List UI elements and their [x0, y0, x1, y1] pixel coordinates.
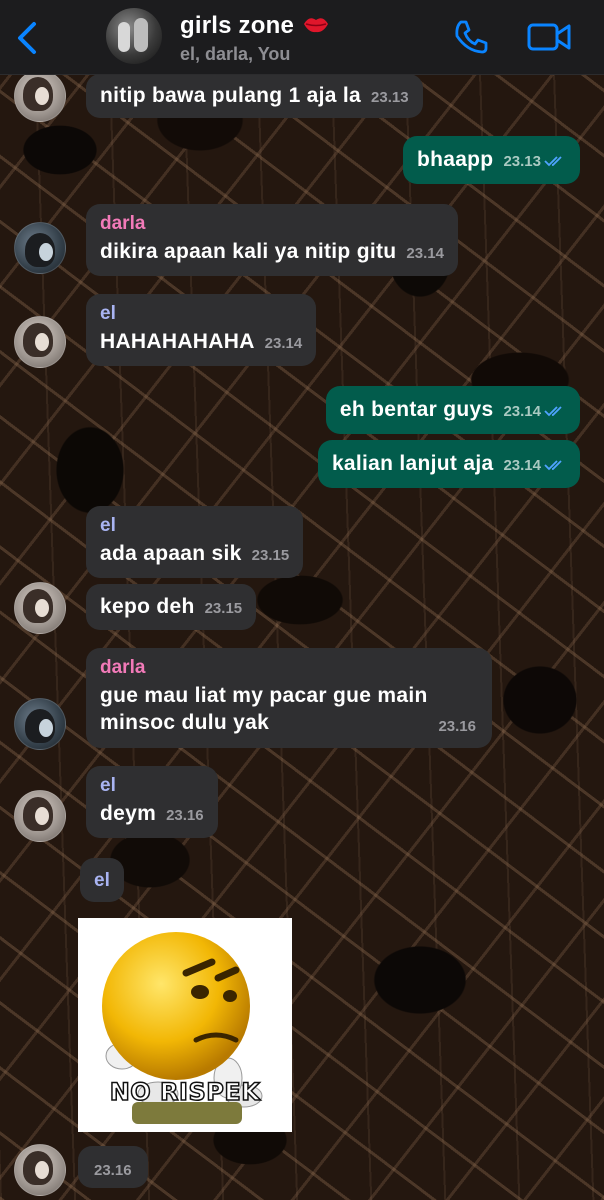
sticker-caption: NO RISPEK — [109, 1077, 261, 1107]
no-rispek-sticker[interactable]: NO RISPEK — [78, 918, 292, 1132]
message-time: 23.15 — [204, 600, 243, 617]
message-text: eh bentar guys — [339, 398, 494, 421]
avatar-el[interactable] — [14, 70, 66, 122]
message-text: deym — [100, 802, 157, 825]
chat-title: girls zone — [180, 12, 330, 41]
message-bubble[interactable]: darla gue mau liat my pacar gue main min… — [86, 648, 492, 748]
video-camera-icon — [527, 23, 571, 51]
avatar-el[interactable] — [14, 790, 66, 842]
message-time: 23.16 — [166, 807, 204, 824]
avatar-el[interactable] — [14, 316, 66, 368]
chat-members: el, darla, You — [180, 43, 291, 64]
message-text: bhaapp — [416, 148, 494, 171]
sender-name: el — [100, 303, 116, 324]
message-text: kalian lanjut aja — [331, 452, 494, 475]
message-time: 23.16 — [438, 718, 476, 735]
message-text: kepo deh — [100, 595, 195, 618]
message-text: dikira apaan kali ya nitip gitu — [100, 240, 397, 263]
chat-header: girls zone el, darla, You — [0, 0, 604, 75]
message-time: 23.13 — [371, 89, 409, 106]
sender-name: el — [94, 870, 110, 891]
double-check-icon — [544, 147, 566, 174]
message-bubble-outgoing[interactable]: bhaapp 23.13 — [402, 136, 580, 184]
message-bubble[interactable]: kepo deh 23.15 — [86, 584, 257, 630]
sticker-time-bubble: 23.16 — [78, 1146, 148, 1188]
sender-name: el — [100, 515, 116, 536]
back-button[interactable] — [14, 20, 42, 56]
voice-call-button[interactable] — [452, 18, 490, 56]
message-time: 23.14 — [406, 245, 444, 262]
sender-name: darla — [100, 213, 146, 234]
message-time: 23.16 — [94, 1162, 132, 1179]
message-time: 23.14 — [264, 335, 303, 352]
message-time: 23.14 — [503, 457, 541, 474]
chevron-left-icon — [18, 22, 36, 54]
avatar-darla[interactable] — [14, 698, 66, 750]
message-time: 23.13 — [503, 153, 541, 170]
message-text: nitip bawa pulang 1 aja la — [100, 84, 362, 107]
chat-info[interactable]: girls zone el, darla, You — [180, 12, 330, 65]
avatar-el[interactable] — [14, 1144, 66, 1196]
message-text-line: minsoc dulu yak — [100, 711, 270, 734]
double-check-icon — [544, 397, 566, 424]
message-time: 23.14 — [503, 403, 541, 420]
sender-name: darla — [100, 657, 146, 678]
message-text: ada apaan sik — [100, 542, 242, 565]
message-bubble[interactable]: el deym 23.16 — [86, 766, 218, 838]
message-bubble[interactable]: darla dikira apaan kali ya nitip gitu 23.… — [86, 204, 458, 276]
message-bubble-outgoing[interactable]: kalian lanjut aja 23.14 — [317, 440, 580, 488]
message-text-line: gue mau liat my pacar gue main — [100, 684, 428, 707]
message-time: 23.15 — [251, 547, 290, 564]
sender-name: el — [100, 775, 116, 796]
sticker-sender-label: el — [80, 858, 124, 902]
message-bubble[interactable]: el HAHAHAHAHA 23.14 — [86, 294, 317, 366]
phone-icon — [455, 20, 488, 54]
avatar-el[interactable] — [14, 582, 66, 634]
message-text: HAHAHAHAHA — [100, 330, 255, 353]
message-bubble[interactable]: nitip bawa pulang 1 aja la 23.13 — [86, 74, 423, 118]
group-avatar[interactable] — [106, 8, 162, 64]
message-bubble[interactable]: el ada apaan sik 23.15 — [86, 506, 304, 578]
message-bubble-outgoing[interactable]: eh bentar guys 23.14 — [325, 386, 580, 434]
avatar-darla[interactable] — [14, 222, 66, 274]
double-check-icon — [544, 451, 566, 478]
video-call-button[interactable] — [526, 20, 572, 54]
kiss-lips-icon — [302, 13, 330, 41]
